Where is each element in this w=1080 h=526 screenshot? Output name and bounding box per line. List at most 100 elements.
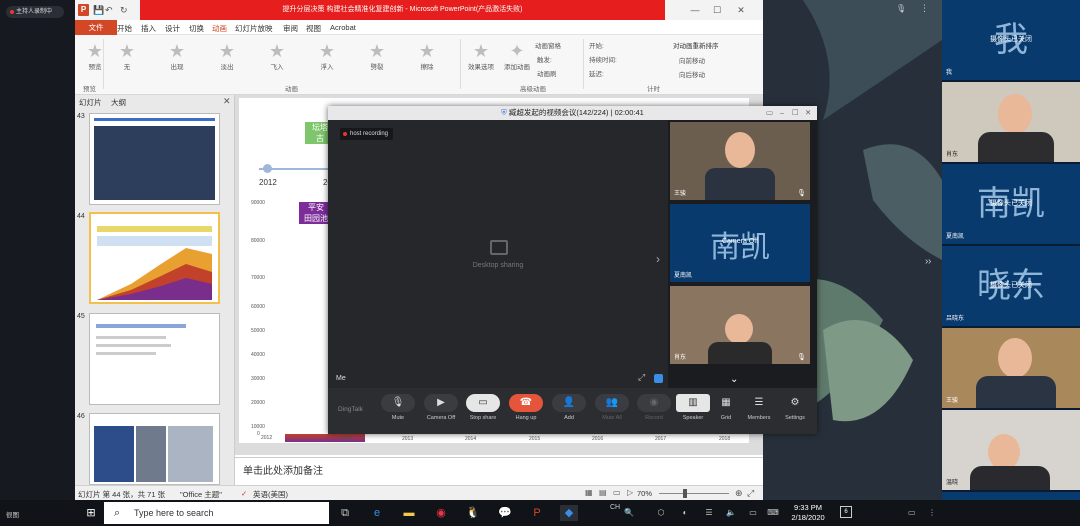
windows-start-icon[interactable]: ⊞ <box>82 505 100 521</box>
file-explorer-icon[interactable]: ▬ <box>400 505 418 521</box>
slide-thumbnail-44[interactable] <box>89 212 220 304</box>
tab-transitions[interactable]: 切换 <box>189 23 204 34</box>
close-pane-icon[interactable]: ✕ <box>223 96 231 107</box>
zoom-slider[interactable] <box>659 493 729 494</box>
settings-button[interactable]: ⚙ Settings <box>774 394 816 421</box>
chevron-down-icon[interactable]: ⌄ <box>730 374 738 385</box>
taskbar-clock[interactable]: 9:33 PM 2/18/2020 <box>784 503 832 523</box>
fullscreen-icon[interactable]: ⤢ <box>638 372 645 383</box>
wifi-icon[interactable]: ☰ <box>700 505 718 521</box>
participant-tile[interactable]: 王骏 <box>942 328 1080 408</box>
close-icon[interactable]: ✕ <box>805 106 811 120</box>
dropbox-icon[interactable]: ⬡ <box>652 505 670 521</box>
settings-small-icon[interactable]: ▭ <box>766 106 773 120</box>
notification-count[interactable]: 6 <box>840 506 852 518</box>
wechat-icon[interactable]: 💬 <box>496 505 514 521</box>
anim-float-in[interactable]: ★ 浮入 <box>307 41 347 71</box>
ime-icon[interactable]: 🔍 <box>620 505 638 521</box>
maximize-icon[interactable]: ☐ <box>792 106 799 120</box>
participant-tile[interactable]: 南凯 Camera Off 夏南凯 <box>670 204 810 282</box>
hang-up-button[interactable]: ☎ Hang up <box>505 394 547 421</box>
tray-icon[interactable]: ◐ <box>676 505 694 521</box>
redo-icon[interactable]: ↻ <box>120 5 128 16</box>
tab-review[interactable]: 审阅 <box>283 23 298 34</box>
tab-insert[interactable]: 插入 <box>141 23 156 34</box>
spellcheck-icon[interactable]: ✓ <box>241 489 247 498</box>
participant-tile[interactable]: 温晓 <box>942 410 1080 490</box>
anim-fly-in[interactable]: ★ 飞入 <box>257 41 297 71</box>
anim-appear[interactable]: ★ 出现 <box>157 41 197 71</box>
delay-field[interactable]: 延迟: <box>589 68 604 78</box>
notes-field[interactable]: 单击此处添加备注 <box>235 457 763 485</box>
dingtalk-taskbar-icon[interactable]: ◆ <box>560 505 578 521</box>
edge-icon[interactable]: e <box>368 505 386 521</box>
input-language[interactable]: CH <box>610 504 620 511</box>
trigger-button[interactable]: 触发: <box>537 54 552 64</box>
view-normal-icon[interactable]: ▦ <box>585 488 593 497</box>
add-participant-button[interactable]: 👤 Add <box>548 394 590 421</box>
slideshow-icon[interactable]: ▷ <box>627 488 633 497</box>
tab-outline[interactable]: 大纲 <box>111 97 126 108</box>
more-icon[interactable]: ⋮ <box>928 508 936 517</box>
task-view-icon[interactable]: ⧉ <box>336 505 354 521</box>
tab-slides[interactable]: 幻灯片 <box>79 97 102 108</box>
tab-slideshow[interactable]: 幻灯片放映 <box>235 23 273 34</box>
tab-home[interactable]: 开始 <box>117 23 132 34</box>
mute-button[interactable]: 🎙 Mute <box>377 394 419 421</box>
anim-none[interactable]: ★ 无 <box>107 41 147 71</box>
qq-icon[interactable]: 🐧 <box>464 505 482 521</box>
participant-tile[interactable]: 晓东 摄像头已关闭 吕晓东 <box>942 246 1080 326</box>
zoom-slider-thumb[interactable] <box>683 489 687 498</box>
participant-tile[interactable]: 我 摄像头已关闭 我 <box>942 0 1080 80</box>
animation-painter-button[interactable]: 动画刷 <box>537 68 557 78</box>
slide-thumbnail-46[interactable] <box>89 413 220 485</box>
minimize-icon[interactable]: — <box>685 3 705 17</box>
chat-icon[interactable] <box>654 374 663 383</box>
tab-acrobat[interactable]: Acrobat <box>330 23 356 32</box>
tab-view[interactable]: 视图 <box>306 23 321 34</box>
tab-file[interactable]: 文件 <box>75 20 117 35</box>
participant-tile[interactable]: 王骏 🎙 <box>670 122 810 200</box>
keyboard-icon[interactable]: ⌨ <box>764 505 782 521</box>
add-animation-button[interactable]: ✦ 添加动画 <box>497 41 537 71</box>
anim-split[interactable]: ★ 劈裂 <box>357 41 397 71</box>
stop-share-button[interactable]: ▭ Stop share <box>462 394 504 421</box>
animation-pane-button[interactable]: 动画窗格 <box>535 40 561 50</box>
mute-all-button[interactable]: 👥 Mute All <box>591 394 633 421</box>
minimize-icon[interactable]: – <box>780 106 784 120</box>
chrome-icon[interactable]: ◉ <box>432 505 450 521</box>
anim-wipe[interactable]: ★ 擦除 <box>407 41 447 71</box>
participant-tile[interactable]: 肖东 🎙 <box>670 286 810 364</box>
move-later-button[interactable]: 向后移动 <box>679 69 705 79</box>
more-icon[interactable]: ⋮ <box>920 3 929 14</box>
anim-fade[interactable]: ★ 淡出 <box>207 41 247 71</box>
language[interactable]: 英语(美国) <box>253 489 288 500</box>
record-button[interactable]: ◉ Record <box>633 394 675 421</box>
move-earlier-button[interactable]: 向前移动 <box>679 55 705 65</box>
volume-icon[interactable]: 🔈 <box>722 505 740 521</box>
close-icon[interactable]: ✕ <box>731 3 751 17</box>
participant-tile[interactable]: 肖东 <box>942 82 1080 162</box>
taskbar-search-input[interactable]: ⌕ Type here to search <box>104 502 329 524</box>
zoom-level[interactable]: 70% <box>637 489 652 498</box>
zoom-in-icon[interactable]: ⊕ <box>735 488 743 499</box>
start-dropdown[interactable]: 开始: <box>589 40 604 50</box>
view-reading-icon[interactable]: ▭ <box>613 488 621 497</box>
tab-animations[interactable]: 动画 <box>212 23 227 34</box>
screen-icon[interactable]: ▭ <box>908 508 916 517</box>
undo-icon[interactable]: ↶ <box>105 5 113 16</box>
slide-thumbnail-45[interactable] <box>89 313 220 405</box>
slide-thumbnail-43[interactable] <box>89 113 220 205</box>
chevron-right-icon[interactable]: › <box>656 252 660 266</box>
effect-options-button[interactable]: ★ 效果选项 <box>461 41 501 71</box>
chevron-right-icon[interactable]: › <box>928 256 931 267</box>
tab-design[interactable]: 设计 <box>165 23 180 34</box>
participant-tile[interactable]: 南凯 摄像头已关闭 夏南凯 <box>942 164 1080 244</box>
battery-icon[interactable]: ▭ <box>744 505 762 521</box>
powerpoint-taskbar-icon[interactable]: P <box>528 505 546 521</box>
camera-off-button[interactable]: ▶ Camera Off <box>420 394 462 421</box>
save-icon[interactable]: 💾 <box>93 5 104 16</box>
duration-field[interactable]: 持续时间: <box>589 54 617 64</box>
fit-window-icon[interactable]: ⤢ <box>747 488 754 499</box>
maximize-icon[interactable]: ☐ <box>707 3 727 17</box>
